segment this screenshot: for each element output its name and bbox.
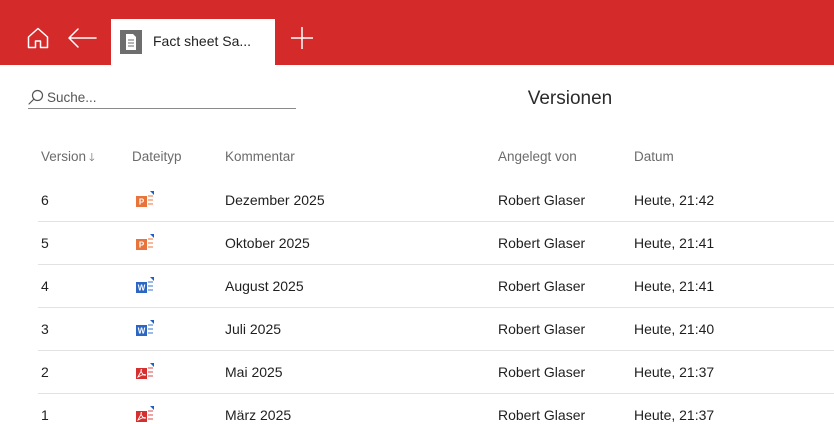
- word-icon: W: [136, 277, 154, 293]
- column-header-label: Version: [41, 149, 87, 164]
- search-input[interactable]: [47, 87, 292, 107]
- created-by: Robert Glaser: [498, 364, 586, 380]
- svg-text:P: P: [139, 241, 145, 250]
- table-row[interactable]: 2 Mai 2025 Robert Glaser Heute, 21:37: [38, 351, 834, 394]
- word-icon: W: [136, 320, 154, 336]
- document-icon: [120, 30, 142, 54]
- comment: Dezember 2025: [225, 192, 325, 208]
- comment: Juli 2025: [225, 321, 282, 337]
- version-number: 3: [41, 321, 49, 337]
- table-row[interactable]: 5 P Oktober 2025 Robert Glaser Heute, 21…: [38, 222, 834, 265]
- comment: Oktober 2025: [225, 235, 310, 251]
- date: Heute, 21:41: [634, 278, 715, 294]
- created-by: Robert Glaser: [498, 278, 586, 294]
- column-header-comment: Kommentar: [225, 149, 295, 164]
- column-header-created-by: Angelegt von: [498, 149, 577, 164]
- table-row[interactable]: 6 P Dezember 2025 Robert Glaser Heute, 2…: [38, 179, 834, 222]
- back-arrow-icon[interactable]: [67, 27, 97, 49]
- table-row[interactable]: 3 W Juli 2025 Robert Glaser Heute, 21:40: [38, 308, 834, 351]
- column-header-version[interactable]: Version 🡓: [41, 149, 95, 168]
- svg-text:P: P: [139, 198, 145, 207]
- date: Heute, 21:42: [634, 192, 715, 208]
- created-by: Robert Glaser: [498, 235, 586, 251]
- version-number: 4: [41, 278, 49, 294]
- powerpoint-icon: P: [136, 191, 154, 207]
- home-icon[interactable]: [27, 27, 49, 49]
- top-bar: Fact sheet Sa...: [0, 0, 834, 65]
- date: Heute, 21:41: [634, 235, 715, 251]
- created-by: Robert Glaser: [498, 192, 586, 208]
- comment: August 2025: [225, 278, 304, 294]
- svg-text:W: W: [138, 327, 146, 336]
- version-number: 2: [41, 364, 49, 380]
- column-header-filetype: Dateityp: [132, 149, 182, 164]
- search-icon: [28, 89, 44, 105]
- tab-label: Fact sheet Sa...: [153, 33, 252, 49]
- date: Heute, 21:40: [634, 321, 715, 337]
- plus-icon[interactable]: [290, 26, 314, 50]
- date: Heute, 21:37: [634, 364, 715, 380]
- page-title: Versionen: [527, 88, 613, 109]
- search-box: [28, 85, 296, 109]
- pdf-icon: [136, 406, 154, 422]
- sort-descending-icon: 🡓: [89, 152, 95, 164]
- pdf-icon: [136, 363, 154, 379]
- version-number: 5: [41, 235, 49, 251]
- column-header-date: Datum: [634, 149, 674, 164]
- created-by: Robert Glaser: [498, 321, 586, 337]
- svg-text:W: W: [138, 284, 146, 293]
- comment: Mai 2025: [225, 364, 283, 380]
- tab-document[interactable]: Fact sheet Sa...: [111, 19, 275, 65]
- version-number: 6: [41, 192, 49, 208]
- powerpoint-icon: P: [136, 234, 154, 250]
- table-row[interactable]: 4 W August 2025 Robert Glaser Heute, 21:…: [38, 265, 834, 308]
- table-row[interactable]: 1 März 2025 Robert Glaser Heute, 21:37: [38, 394, 834, 423]
